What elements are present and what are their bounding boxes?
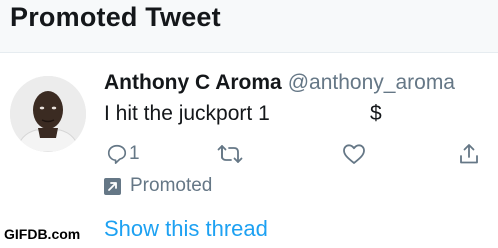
page-title: Promoted Tweet — [10, 2, 221, 32]
promoted-label: Promoted — [130, 175, 213, 196]
reply-button[interactable]: 1 — [106, 140, 140, 168]
retweet-button[interactable] — [217, 140, 243, 168]
retweet-icon — [217, 145, 243, 163]
promoted-indicator[interactable]: Promoted — [104, 175, 212, 197]
author-name[interactable]: Anthony C Aroma — [104, 71, 282, 94]
avatar-photo — [10, 76, 86, 152]
tweet-text-symbol: $ — [370, 102, 382, 125]
reply-icon — [107, 144, 127, 164]
promoted-arrow-icon — [104, 177, 121, 195]
show-thread-link[interactable]: Show this thread — [104, 216, 268, 242]
like-button[interactable] — [342, 140, 366, 168]
reply-count: 1 — [129, 143, 140, 164]
avatar[interactable] — [10, 76, 86, 152]
heart-icon — [343, 144, 365, 164]
watermark: GIFDB.com — [4, 226, 81, 242]
promoted-tweet-header: Promoted Tweet — [0, 0, 498, 53]
author-handle[interactable]: @anthony_aroma — [288, 71, 455, 94]
share-icon — [460, 144, 478, 164]
tweet-author[interactable]: Anthony C Aroma @anthony_aroma — [104, 71, 455, 95]
share-button[interactable] — [458, 140, 480, 168]
tweet-text: I hit the juckport 1 — [104, 102, 270, 125]
